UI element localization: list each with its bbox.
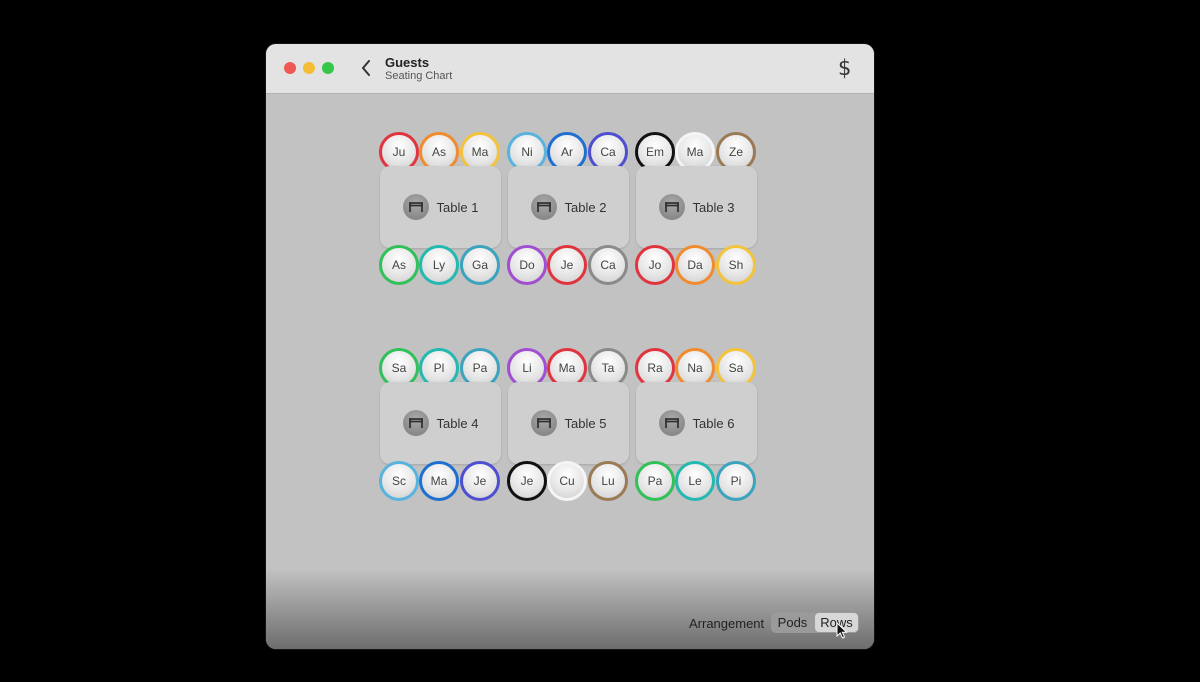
close-window-button[interactable] (284, 62, 296, 74)
table-card[interactable]: Table 2 (508, 166, 629, 248)
table-card[interactable]: Table 5 (508, 382, 629, 464)
guest-seat[interactable]: Lu (588, 461, 628, 501)
chevron-left-icon (362, 60, 370, 76)
window-subtitle: Seating Chart (385, 70, 453, 82)
table-pod: Em Ma Ze Table 3 Jo Da Sh (635, 132, 759, 285)
seat-row-bottom: Jo Da Sh (635, 245, 759, 285)
table-card[interactable]: Table 6 (636, 382, 757, 464)
guest-seat[interactable]: Ca (588, 245, 628, 285)
table-icon (658, 194, 685, 220)
seat-row-bottom: Pa Le Pi (635, 461, 759, 501)
guest-seat[interactable]: Cu (547, 461, 587, 501)
table-card[interactable]: Table 4 (380, 382, 501, 464)
table-pod: Sa Pl Pa Table 4 Sc Ma Je (379, 348, 503, 501)
table-icon (402, 410, 429, 436)
guest-seat[interactable]: Le (675, 461, 715, 501)
arrangement-label: Arrangement (689, 616, 765, 631)
guest-seat[interactable]: Je (507, 461, 547, 501)
table-card[interactable]: Table 3 (636, 166, 757, 248)
guest-seat[interactable]: Ga (460, 245, 500, 285)
zoom-window-button[interactable] (322, 62, 334, 74)
table-icon (402, 194, 429, 220)
table-label: Table 3 (692, 199, 735, 215)
guest-seat[interactable]: Je (547, 245, 587, 285)
minimize-window-button[interactable] (303, 62, 315, 74)
guest-seat[interactable]: Jo (635, 245, 675, 285)
seating-area: Ju As Ma Table 1 As Ly Ga Ni Ar Ca Table 2 Do Je Ca Em… (266, 94, 874, 649)
guest-seat[interactable]: Ma (419, 461, 459, 501)
table-label: Table 2 (564, 199, 607, 215)
titlebar: Guests Seating Chart $ (266, 44, 874, 94)
guest-seat[interactable]: Je (460, 461, 500, 501)
table-icon (530, 410, 557, 436)
guest-seat[interactable]: Sc (379, 461, 419, 501)
table-pod: Li Ma Ta Table 5 Je Cu Lu (507, 348, 631, 501)
table-pod: Ni Ar Ca Table 2 Do Je Ca (507, 132, 631, 285)
window-title: Guests (385, 55, 430, 70)
seat-row-bottom: As Ly Ga (379, 245, 503, 285)
table-label: Table 5 (564, 415, 607, 431)
seat-row-bottom: Do Je Ca (507, 245, 631, 285)
table-card[interactable]: Table 1 (380, 166, 501, 248)
table-label: Table 6 (692, 415, 735, 431)
seat-row-bottom: Sc Ma Je (379, 461, 503, 501)
guest-seat[interactable]: Do (507, 245, 547, 285)
back-button[interactable] (356, 57, 376, 79)
bottom-fade (266, 569, 874, 649)
table-icon (658, 410, 685, 436)
guest-seat[interactable]: Pa (635, 461, 675, 501)
mouse-cursor-icon (836, 622, 848, 639)
seat-row-bottom: Je Cu Lu (507, 461, 631, 501)
dollar-icon[interactable]: $ (838, 56, 851, 80)
pods-option[interactable]: Pods (771, 612, 814, 633)
table-icon (530, 194, 557, 220)
guest-seat[interactable]: Pi (716, 461, 756, 501)
guest-seat[interactable]: As (379, 245, 419, 285)
app-window: Guests Seating Chart $ Ju As Ma Table 1 As Ly… (266, 44, 874, 649)
table-pod: Ra Na Sa Table 6 Pa Le Pi (635, 348, 759, 501)
guest-seat[interactable]: Ly (419, 245, 459, 285)
table-label: Table 4 (436, 415, 479, 431)
guest-seat[interactable]: Da (675, 245, 715, 285)
guest-seat[interactable]: Sh (716, 245, 756, 285)
table-label: Table 1 (436, 199, 479, 215)
table-pod: Ju As Ma Table 1 As Ly Ga (379, 132, 503, 285)
